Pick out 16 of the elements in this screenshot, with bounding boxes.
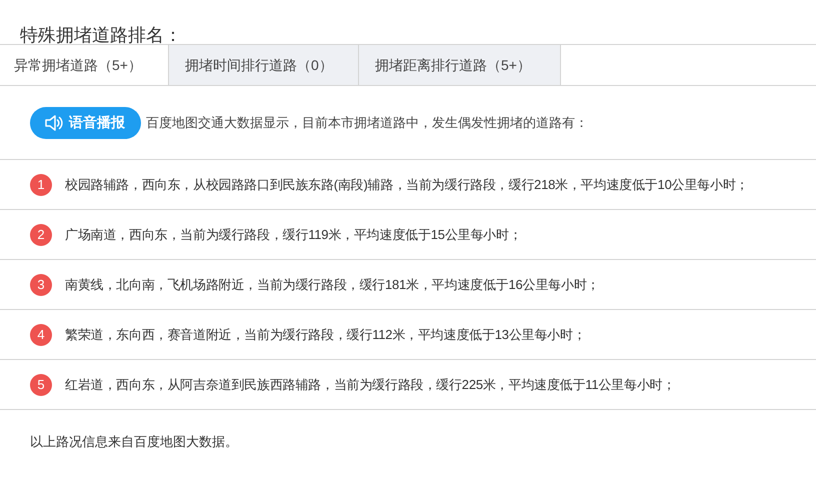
rank-badge: 5 [30,374,52,396]
speaker-icon [44,114,64,132]
source-note: 以上路况信息来自百度地图大数据。 [29,433,239,451]
rank-badge: 3 [30,274,52,296]
road-description: 红岩道，西向东，从阿吉奈道到民族西路辅路，当前为缓行路段，缓行225米，平均速度低于11公里每小时； [65,376,676,394]
road-description: 广场南道，西向东，当前为缓行路段，缓行119米，平均速度低于15公里每小时； [65,226,522,244]
intro-text: 百度地图交通大数据显示，目前本市拥堵道路中，发生偶发性拥堵的道路有： [146,114,588,132]
road-description: 校园路辅路，西向东，从校园路路口到民族东路(南段)辅路，当前为缓行路段，缓行218米，平均速度低于10公里每小时； [65,176,748,194]
tab[interactable]: 拥堵时间排行道路（0） [169,45,359,85]
tab[interactable]: 拥堵距离排行道路（5+） [359,45,561,85]
rank-badge: 2 [30,224,52,246]
road-description: 繁荣道，东向西，赛音道附近，当前为缓行路段，缓行112米，平均速度低于13公里每小时； [65,326,586,344]
road-description: 南黄线，北向南，飞机场路附近，当前为缓行路段，缓行181米，平均速度低于16公里每小时； [65,276,600,294]
rank-badge: 1 [30,174,52,196]
section-title: 特殊拥堵道路排名： [19,24,183,44]
rank-badge: 4 [30,324,52,346]
